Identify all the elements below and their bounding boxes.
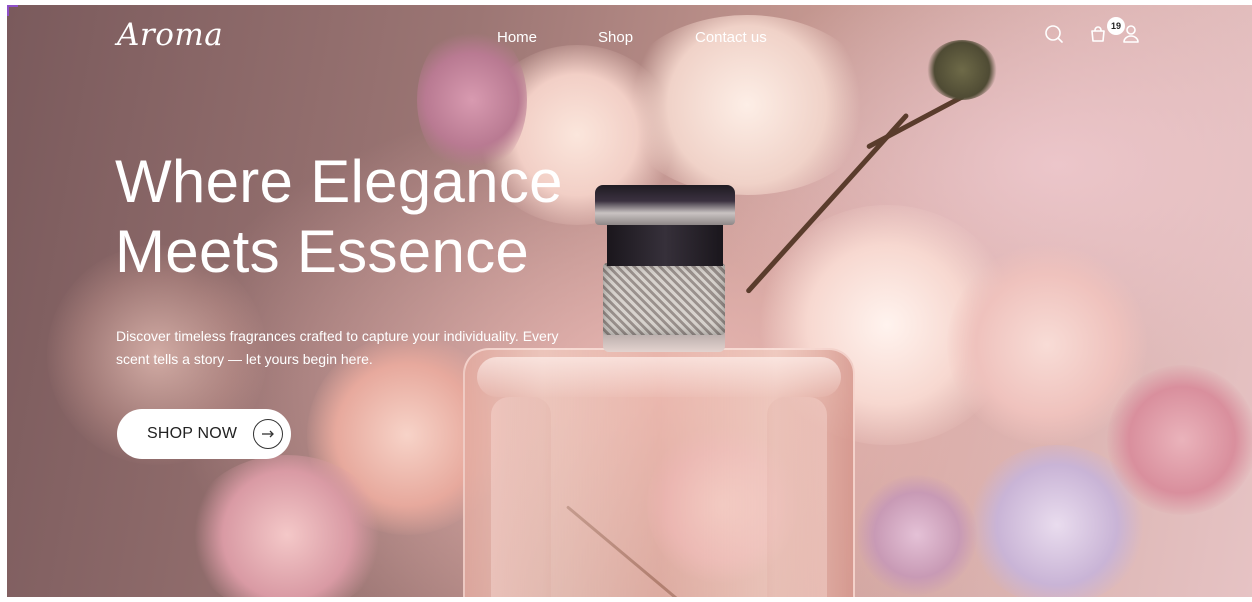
hero-headline: Where Elegance Meets Essence: [115, 148, 563, 285]
hero-subtext: Discover timeless fragrances crafted to …: [116, 328, 559, 367]
search-icon[interactable]: [1042, 22, 1066, 46]
perfume-cap: [595, 185, 735, 225]
nav-contact-us[interactable]: Contact us: [695, 29, 767, 46]
shop-now-button[interactable]: SHOP NOW: [117, 409, 291, 459]
user-icon[interactable]: [1119, 22, 1143, 46]
nav-home[interactable]: Home: [497, 29, 537, 46]
nav-shop[interactable]: Shop: [598, 29, 633, 46]
hero-section: Aroma Home Shop Contact us 19 Where Eleg…: [7, 5, 1252, 597]
brand-logo[interactable]: Aroma: [117, 17, 223, 53]
arrow-right-icon: [253, 419, 283, 449]
flower-background: [7, 5, 1252, 597]
shop-now-label: SHOP NOW: [147, 425, 238, 442]
